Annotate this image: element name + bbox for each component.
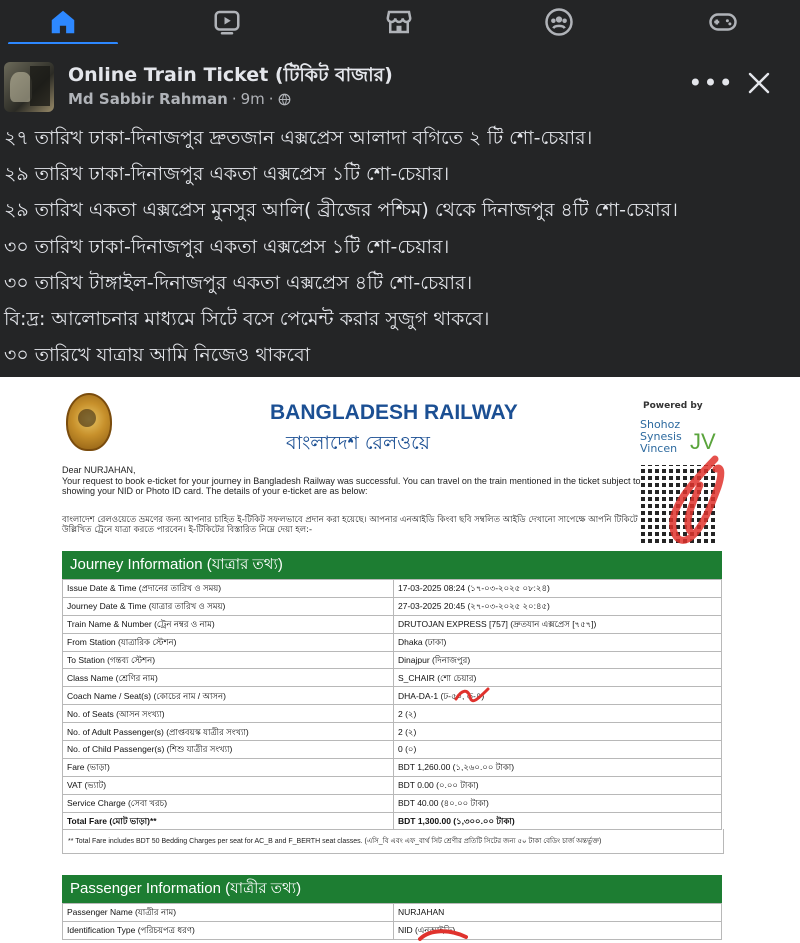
table-row: Coach Name / Seat(s) (কোচের নাম / আসন) DH…: [62, 686, 722, 706]
ticket-title-bangla: বাংলাদেশ রেলওয়ে: [286, 432, 430, 454]
row-label: Passenger Name (যাত্রীর নাম): [62, 903, 394, 922]
greeting-text: Dear NURJAHAN,: [62, 465, 136, 475]
ticket-title: BANGLADESH RAILWAY: [270, 401, 518, 424]
close-icon: [748, 72, 770, 94]
row-label: Issue Date & Time (প্রদানের তারিখ ও সময়…: [62, 579, 394, 598]
top-navigation-bar: [0, 0, 800, 45]
row-label: Coach Name / Seat(s) (কোচের নাম / আসন): [62, 686, 394, 706]
table-row: From Station (যাত্রারিক স্টেশন) Dhaka (ঢা…: [62, 632, 722, 652]
marketplace-icon: [386, 10, 412, 34]
red-scribble: [454, 687, 490, 703]
table-row: Fare (ভাড়া) BDT 1,260.00 (১,২৬০.০০ টাকা): [62, 757, 722, 777]
table-row: Passenger Name (যাত্রীর নাম) NURJAHAN: [62, 903, 722, 922]
intro-text-bangla: বাংলাদেশ রেলওয়েতে ভ্রমণের জন্য আপনার চা…: [62, 515, 638, 535]
nav-groups[interactable]: [504, 0, 614, 44]
row-label: No. of Child Passenger(s) (শিশু যাত্রীর …: [62, 740, 394, 759]
row-label: From Station (যাত্রারিক স্টেশন): [62, 632, 394, 652]
row-value: Dinajpur (দিনাজপুর): [393, 650, 722, 670]
row-value: 0 (০): [393, 740, 722, 759]
post-text-line: ৩০ তারিখ টাঙ্গাইল-দিনাজপুর একতা এক্সপ্রে…: [4, 271, 473, 294]
sponsor-name: Vincen: [640, 442, 678, 455]
row-value: BDT 0.00 (০.০০ টাকা): [393, 775, 722, 795]
more-options-button[interactable]: •••: [688, 69, 732, 97]
table-row: To Station (গন্তব্য স্টেশন) Dinajpur (দিন…: [62, 650, 722, 670]
row-label: No. of Seats (আসন সংখ্যা): [62, 704, 394, 724]
post-text: ২৭ তারিখ ঢাকা-দিনাজপুর দ্রুতজান এক্সপ্রে…: [4, 120, 800, 373]
nav-gaming[interactable]: [668, 0, 778, 44]
table-row: Train Name & Number (ট্রেন নম্বর ও নাম) D…: [62, 614, 722, 634]
sponsor-names: Shohoz Synesis Vincen: [640, 419, 682, 455]
table-row: Total Fare (মোট ভাড়া)** BDT 1,300.00 (১,…: [62, 811, 722, 831]
row-value: 27-03-2025 20:45 (২৭-০৩-২০২৫ ২০:৪৫): [393, 596, 722, 616]
gaming-icon: [709, 13, 737, 31]
row-label: Service Charge (সেবা খরচ): [62, 793, 394, 813]
journey-info-table: Issue Date & Time (প্রদানের তারিখ ও সময়…: [62, 579, 722, 831]
post-text-line: বি:দ্র: আলোচনার মাধ্যমে সিটে বসে পেমেন্ট…: [4, 307, 490, 330]
table-row: No. of Seats (আসন সংখ্যা) 2 (২): [62, 704, 722, 724]
post-text-line: ২৯ তারিখ একতা এক্সপ্রেস মুনসুর আলি( ব্রী…: [4, 199, 678, 222]
ticket-image[interactable]: BANGLADESH RAILWAY বাংলাদেশ রেলওয়ে Powe…: [0, 377, 800, 943]
row-value: 17-03-2025 08:24 (১৭-০৩-২০২৫ ০৮:২৪): [393, 579, 722, 598]
post-text-line: ৩০ তারিখে যাত্রায় আমি নিজেও থাকবো: [4, 344, 311, 367]
globe-icon: [278, 93, 290, 105]
nav-video[interactable]: [172, 0, 282, 44]
table-row: Identification Type (পরিচয়পত্র ধরণ) NID …: [62, 920, 722, 940]
table-row: Issue Date & Time (প্রদানের তারিখ ও সময়…: [62, 579, 722, 598]
fare-footnote: ** Total Fare includes BDT 50 Bedding Ch…: [68, 838, 602, 845]
author-name-link[interactable]: Md Sabbir Rahman: [68, 90, 228, 108]
row-label: Class Name (শ্রেণির নাম): [62, 668, 394, 688]
row-label: Journey Date & Time (যাত্রার তারিখ ও সময…: [62, 596, 394, 616]
table-row: No. of Child Passenger(s) (শিশু যাত্রীর …: [62, 740, 722, 759]
home-icon: [51, 10, 75, 34]
table-row: Class Name (শ্রেণির নাম) S_CHAIR (শো চেয়…: [62, 668, 722, 688]
railway-emblem-logo: [66, 393, 112, 451]
row-value: 2 (২): [393, 704, 722, 724]
separator-dot: ·: [231, 90, 237, 108]
nav-marketplace[interactable]: [344, 0, 454, 44]
group-name-link[interactable]: Online Train Ticket (টিকিট বাজার): [68, 61, 393, 93]
passenger-info-table: Passenger Name (যাত্রীর নাম) NURJAHAN Iden…: [62, 903, 722, 940]
row-value: S_CHAIR (শো চেয়ার): [393, 668, 722, 688]
journey-info-header: Journey Information (যাত্রার তথ্য): [62, 551, 722, 579]
row-label: Identification Type (পরিচয়পত্র ধরণ): [62, 920, 394, 940]
nav-home[interactable]: [8, 0, 118, 44]
row-value: BDT 40.00 (৪০.০০ টাকা): [393, 793, 722, 813]
intro-text: Your request to book e-ticket for your j…: [62, 475, 641, 497]
row-value: NURJAHAN: [393, 903, 722, 922]
jv-label: JV: [690, 429, 716, 454]
post-time-link[interactable]: 9m: [241, 90, 265, 108]
row-value: BDT 1,260.00 (১,২৬০.০০ টাকা): [393, 757, 722, 777]
row-value: BDT 1,300.00 (১,৩০০.০০ টাকা): [393, 811, 722, 831]
passenger-info-header: Passenger Information (যাত্রীর তথ্য): [62, 875, 722, 903]
separator-dot: ·: [268, 90, 274, 108]
row-label: No. of Adult Passenger(s) (প্রাপ্তবয়স্ক…: [62, 722, 394, 742]
powered-by-label: Powered by: [643, 401, 703, 411]
post-text-line: ৩০ তারিখ ঢাকা-দিনাজপুর একতা এক্সপ্রেস ১ট…: [4, 235, 450, 258]
post-text-line: ২৯ তারিখ ঢাকা-দিনাজপুর একতা এক্সপ্রেস ১ট…: [4, 163, 450, 186]
table-row: Journey Date & Time (যাত্রার তারিখ ও সময…: [62, 596, 722, 616]
row-value: Dhaka (ঢাকা): [393, 632, 722, 652]
row-label: Total Fare (মোট ভাড়া)**: [62, 811, 394, 831]
row-value: DRUTOJAN EXPRESS [757] (দ্রুতযান এক্সপ্র…: [393, 614, 722, 634]
groups-icon: [545, 8, 573, 36]
red-scribble: [669, 455, 725, 544]
row-label: Fare (ভাড়া): [62, 757, 394, 777]
table-row: Service Charge (সেবা খরচ) BDT 40.00 (৪০.০…: [62, 793, 722, 813]
row-value: 2 (২): [393, 722, 722, 742]
avatar[interactable]: [4, 62, 54, 112]
post-text-line: ২৭ তারিখ ঢাকা-দিনাজপুর দ্রুতজান এক্সপ্রে…: [4, 127, 593, 149]
red-scribble: [418, 929, 468, 941]
table-row: VAT (ভ্যাট) BDT 0.00 (০.০০ টাকা): [62, 775, 722, 795]
table-row: No. of Adult Passenger(s) (প্রাপ্তবয়স্ক…: [62, 722, 722, 742]
row-label: To Station (গন্তব্য স্টেশন): [62, 650, 394, 670]
video-icon: [214, 10, 240, 35]
row-label: Train Name & Number (ট্রেন নম্বর ও নাম): [62, 614, 394, 634]
row-value: DHA-DA-1 (ঢ-৫০, ড-৪): [393, 686, 722, 706]
close-button[interactable]: [744, 68, 774, 98]
post-meta: Md Sabbir Rahman · 9m ·: [68, 90, 291, 108]
ticket-greeting: Dear NURJAHAN, Your request to book e-ti…: [62, 465, 642, 497]
row-label: VAT (ভ্যাট): [62, 775, 394, 795]
